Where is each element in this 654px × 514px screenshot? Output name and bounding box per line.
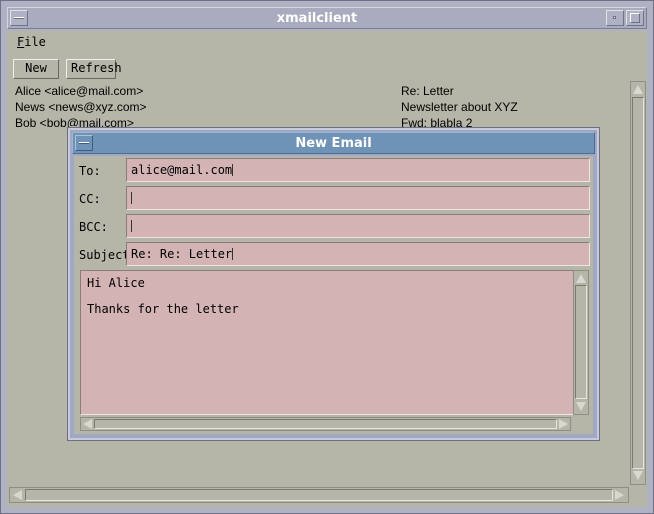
message-row[interactable]: Alice <alice@mail.com> Re: Letter (9, 84, 629, 100)
menu-file[interactable]: File (17, 35, 46, 49)
maximize-icon (630, 13, 640, 23)
message-subject: Re: Letter (401, 84, 454, 98)
scroll-right-arrow-icon[interactable] (559, 419, 568, 429)
message-from: Alice <alice@mail.com> (15, 84, 144, 98)
scroll-up-arrow-icon[interactable] (633, 85, 643, 94)
subject-label: Subject (79, 248, 130, 262)
message-body-textarea[interactable]: Hi Alice Thanks for the letter (80, 270, 587, 415)
text-cursor (232, 248, 234, 260)
cc-label: CC: (79, 192, 101, 206)
scroll-up-arrow-icon[interactable] (576, 274, 586, 283)
main-titlebar[interactable]: xmailclient (1, 1, 653, 35)
dialog-titlebar[interactable]: New Email (72, 132, 595, 154)
message-list-hscrollbar[interactable] (9, 487, 629, 503)
window-menu-icon (79, 142, 89, 144)
menubar: File (7, 31, 647, 55)
text-cursor (232, 164, 234, 176)
message-from: News <news@xyz.com> (15, 100, 147, 114)
window-title: xmailclient (276, 11, 358, 26)
scroll-down-arrow-icon[interactable] (576, 402, 586, 411)
subject-field[interactable]: Re: Re: Letter (126, 242, 590, 266)
text-cursor (131, 192, 132, 204)
window-menu-icon (14, 17, 24, 19)
menu-file-label: ile (24, 35, 46, 49)
bcc-label: BCC: (79, 220, 108, 234)
new-button[interactable]: New (13, 59, 59, 79)
window-menu-button[interactable] (10, 10, 28, 26)
hscroll-trough[interactable] (25, 489, 613, 501)
refresh-button[interactable]: Refresh (66, 59, 122, 79)
dialog-title: New Email (295, 136, 372, 151)
body-line: Hi Alice (87, 276, 145, 290)
scroll-left-arrow-icon[interactable] (83, 419, 92, 429)
bcc-field[interactable] (126, 214, 590, 238)
message-subject: Newsletter about XYZ (401, 100, 518, 114)
minimize-button[interactable] (606, 10, 624, 26)
body-line: Thanks for the letter (87, 302, 239, 316)
subject-field-value: Re: Re: Letter (131, 247, 233, 261)
maximize-button[interactable] (626, 10, 644, 26)
body-vscroll-trough[interactable] (575, 285, 587, 399)
message-list-vscrollbar[interactable] (630, 81, 646, 485)
cc-field[interactable] (126, 186, 590, 210)
minimize-icon (613, 16, 616, 19)
message-row[interactable]: News <news@xyz.com> Newsletter about XYZ (9, 100, 629, 116)
body-vscrollbar[interactable] (573, 270, 589, 415)
scroll-left-arrow-icon[interactable] (13, 490, 22, 500)
dialog-body: To: alice@mail.com CC: BCC: Subject Re: … (74, 156, 593, 434)
to-field-value: alice@mail.com (131, 163, 233, 177)
to-label: To: (79, 164, 101, 178)
vscroll-trough[interactable] (632, 97, 644, 469)
scroll-down-arrow-icon[interactable] (633, 471, 643, 480)
body-hscrollbar[interactable] (80, 417, 571, 431)
body-hscroll-trough[interactable] (94, 419, 557, 429)
main-titlebar-inner[interactable]: xmailclient (7, 7, 647, 29)
scroll-right-arrow-icon[interactable] (615, 490, 624, 500)
text-cursor (131, 220, 132, 232)
new-email-dialog: New Email To: alice@mail.com CC: BCC: Su… (67, 127, 600, 441)
dialog-menu-button[interactable] (75, 135, 93, 151)
to-field[interactable]: alice@mail.com (126, 158, 590, 182)
